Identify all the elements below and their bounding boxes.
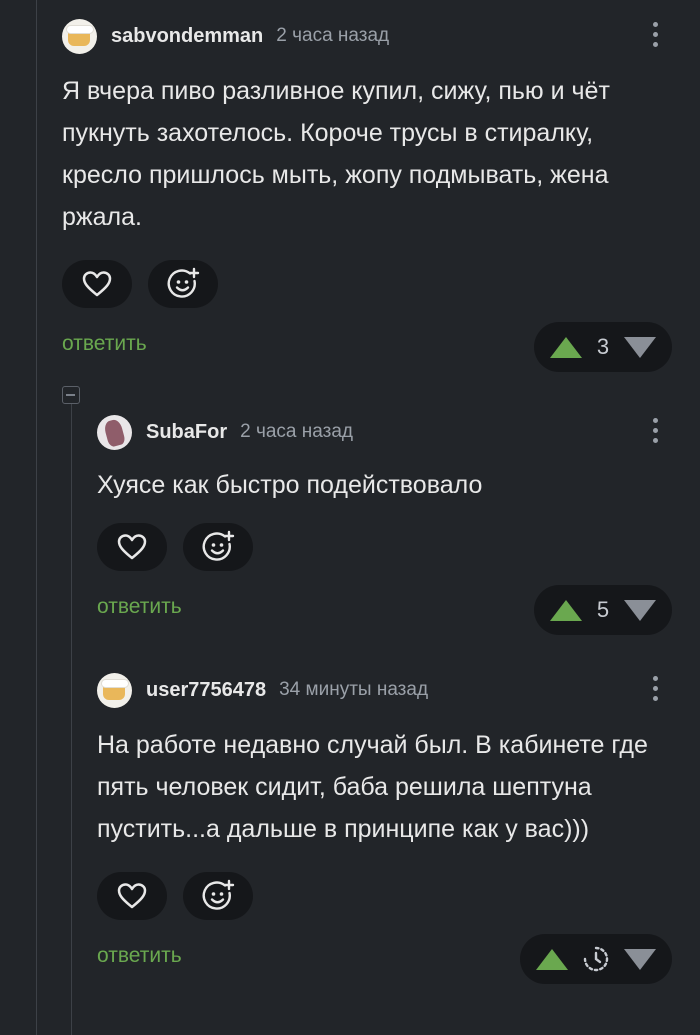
downvote-icon[interactable] xyxy=(624,948,656,970)
username[interactable]: sabvondemman xyxy=(111,25,263,48)
timestamp: 2 часа назад xyxy=(240,421,353,442)
like-button[interactable] xyxy=(62,260,132,308)
comment-text: На работе недавно случай был. В кабинете… xyxy=(97,731,648,843)
heart-icon xyxy=(117,883,147,909)
add-reaction-button[interactable] xyxy=(148,260,218,308)
reply-link[interactable]: ответить xyxy=(97,595,182,619)
emoji-add-icon xyxy=(202,530,235,561)
username[interactable]: user7756478 xyxy=(146,679,266,702)
emoji-add-icon xyxy=(202,879,235,910)
beer-foam xyxy=(101,678,129,688)
comment-actions xyxy=(97,523,680,571)
more-options-icon[interactable] xyxy=(650,22,660,52)
heart-icon xyxy=(82,271,112,297)
comment-footer: ответить 5 xyxy=(97,585,680,635)
like-button[interactable] xyxy=(97,523,167,571)
comment-actions xyxy=(62,260,680,308)
add-reaction-button[interactable] xyxy=(183,872,253,920)
heart-icon xyxy=(117,534,147,560)
avatar[interactable] xyxy=(97,414,132,450)
downvote-icon[interactable] xyxy=(624,336,656,358)
comment: SubaFor 2 часа назад Хуясе как быстро по… xyxy=(97,410,680,635)
comment: sabvondemman 2 часа назад Я вчера пиво р… xyxy=(62,14,680,372)
username[interactable]: SubaFor xyxy=(146,421,227,444)
collapse-thread-button[interactable] xyxy=(62,386,80,404)
add-reaction-button[interactable] xyxy=(183,523,253,571)
avatar[interactable] xyxy=(97,672,132,708)
more-options-icon[interactable] xyxy=(650,676,660,706)
comment-footer: ответить xyxy=(97,934,680,984)
comment: user7756478 34 минуты назад На работе не… xyxy=(97,668,680,984)
comment-header: user7756478 34 минуты назад xyxy=(97,668,680,712)
thread-line xyxy=(36,0,37,1035)
photo-avatar-icon xyxy=(102,417,127,448)
emoji-add-icon xyxy=(167,267,200,298)
comment-text: Я вчера пиво разливное купил, сижу, пью … xyxy=(62,77,610,231)
beer-foam xyxy=(66,24,94,34)
downvote-icon[interactable] xyxy=(624,599,656,621)
reply-link[interactable]: ответить xyxy=(97,944,182,968)
comment-header: sabvondemman 2 часа назад xyxy=(62,14,680,58)
rating-widget: 5 xyxy=(534,585,672,635)
rating-value: 3 xyxy=(596,334,610,359)
rating-value: 5 xyxy=(596,597,610,622)
rating-widget: 3 xyxy=(534,322,672,372)
upvote-icon[interactable] xyxy=(536,948,568,970)
like-button[interactable] xyxy=(97,872,167,920)
comment-footer: ответить 3 xyxy=(62,322,680,372)
reply-thread-line xyxy=(71,404,72,1035)
timestamp: 2 часа назад xyxy=(276,25,390,46)
timer-icon xyxy=(583,946,609,972)
comment-text: Хуясе как быстро подействовало xyxy=(97,471,483,499)
comment-header: SubaFor 2 часа назад xyxy=(97,410,680,454)
upvote-icon[interactable] xyxy=(550,599,582,621)
rating-widget xyxy=(520,934,672,984)
reply-link[interactable]: ответить xyxy=(62,332,147,356)
timestamp: 34 минуты назад xyxy=(279,679,429,700)
upvote-icon[interactable] xyxy=(550,336,582,358)
more-options-icon[interactable] xyxy=(650,418,660,448)
comment-actions xyxy=(97,872,680,920)
avatar[interactable] xyxy=(62,18,97,54)
